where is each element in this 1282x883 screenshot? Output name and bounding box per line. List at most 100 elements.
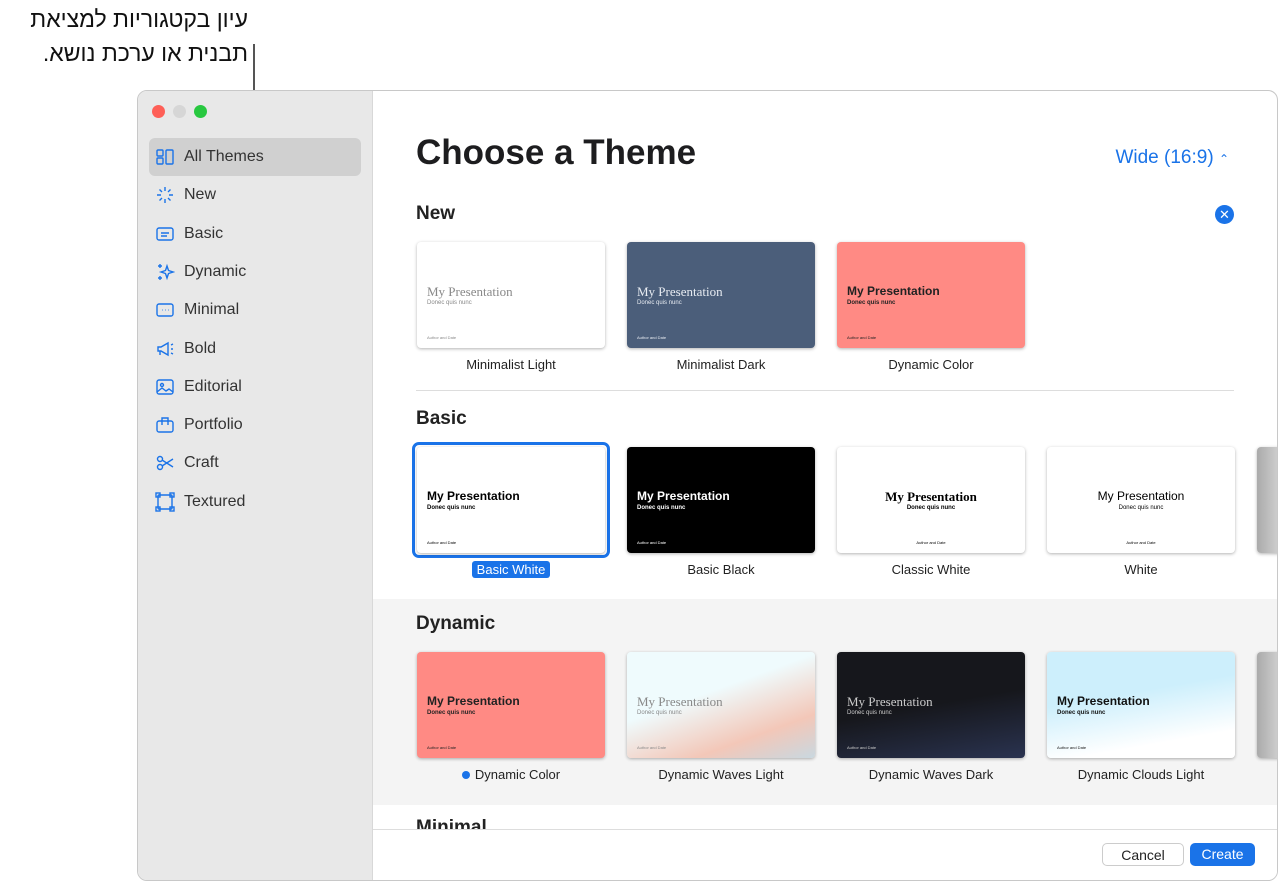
create-button[interactable]: Create: [1190, 843, 1255, 866]
callout-line-2: תבנית או ערכת נושא.: [42, 40, 248, 66]
thumb-title: My Presentation: [637, 489, 730, 503]
sidebar-item-label: Minimal: [184, 301, 240, 319]
theme-thumbnail[interactable]: My Presentation Donec quis nunc Author and…: [627, 447, 815, 553]
thumb-title: My Presentation: [1057, 694, 1150, 708]
scissors-icon: [156, 456, 174, 471]
thumb-subtitle: Donec quis nunc: [1057, 710, 1106, 716]
thumb-title: My Presentation: [885, 489, 977, 504]
thumb-subtitle: Donec quis nunc: [637, 300, 682, 306]
sidebar-item-label: Dynamic: [184, 262, 247, 280]
close-window-button[interactable]: [152, 105, 165, 118]
page-title: Choose a Theme: [416, 133, 697, 172]
theme-name: Basic White: [471, 561, 551, 578]
theme-label[interactable]: Basic Black: [627, 562, 815, 577]
theme-thumbnail[interactable]: My Presentation Donec quis nunc Author and…: [627, 652, 815, 758]
theme-name: Classic White: [891, 562, 971, 577]
sidebar-item-label: Bold: [184, 339, 217, 357]
thumb-title: My Presentation: [427, 489, 520, 503]
thumb-subtitle: Donec quis nunc: [427, 505, 476, 511]
chevron-updown-icon: ⌃: [1218, 152, 1229, 166]
thumb-title: My Presentation: [847, 284, 940, 298]
slide-size-popup[interactable]: Wide (16:9) ⌃: [1115, 147, 1229, 169]
sidebar-item-craft[interactable]: Craft: [149, 444, 361, 482]
theme-thumbnail[interactable]: My Presentation Donec quis nunc Author and…: [837, 447, 1025, 553]
theme-label[interactable]: White: [1047, 562, 1235, 577]
partial-theme-thumbnail[interactable]: [1257, 447, 1277, 553]
theme-thumbnail[interactable]: My Presentation Donec quis nunc Author and…: [417, 447, 605, 553]
thumb-subtitle: Donec quis nunc: [427, 300, 472, 306]
theme-label[interactable]: Basic White: [417, 561, 605, 578]
theme-name: Dynamic Clouds Light: [1077, 767, 1205, 782]
zoom-window-button[interactable]: [194, 105, 207, 118]
theme-name: Minimalist Dark: [676, 357, 766, 372]
ellipsis-box-icon: [156, 303, 174, 317]
sidebar-item-label: Basic: [184, 224, 224, 242]
sidebar-item-label: Textured: [184, 492, 246, 510]
sidebar-item-minimal[interactable]: Minimal: [149, 291, 361, 329]
sidebar-item-label: Editorial: [184, 377, 242, 395]
grid-icon: [156, 149, 174, 165]
callout-annotation: עיון בקטגוריות למציאת תבנית או ערכת נושא…: [0, 2, 248, 70]
sidebar-item-label: Craft: [184, 454, 219, 472]
theme-label[interactable]: Minimalist Dark: [627, 357, 815, 372]
theme-name: Dynamic Waves Dark: [868, 767, 994, 782]
thumb-footer: Author and Date: [637, 745, 667, 750]
theme-chooser-window: All Themes New Basic Dynamic Minimal Bold Edit…: [137, 90, 1278, 881]
thumb-footer: Author and Date: [637, 335, 667, 340]
sidebar-item-portfolio[interactable]: Portfolio: [149, 406, 361, 444]
thumb-footer: Author and Date: [427, 540, 457, 545]
thumb-footer: Author and Date: [637, 540, 667, 545]
thumb-title: My Presentation: [637, 694, 723, 709]
thumb-footer: Author and Date: [847, 335, 877, 340]
sidebar-item-label: New: [184, 186, 217, 204]
thumb-title: My Presentation: [1097, 489, 1185, 503]
theme-thumbnail[interactable]: My Presentation Donec quis nunc Author and…: [1047, 652, 1235, 758]
thumb-subtitle: Donec quis nunc: [847, 710, 892, 716]
theme-label[interactable]: Dynamic Waves Light: [627, 767, 815, 782]
theme-label[interactable]: Classic White: [837, 562, 1025, 577]
theme-label[interactable]: Dynamic Clouds Light: [1047, 767, 1235, 782]
theme-thumbnail[interactable]: My Presentation Donec quis nunc Author and…: [417, 242, 605, 348]
briefcase-icon: [156, 417, 174, 433]
thumb-footer: Author and Date: [427, 335, 457, 340]
thumb-footer: Author and Date: [427, 745, 457, 750]
thumb-footer: Author and Date: [847, 745, 877, 750]
megaphone-icon: [157, 341, 174, 356]
main-content: Choose a Theme Wide (16:9) ⌃ New ✕ Basic…: [373, 91, 1277, 880]
sidebar-item-editorial[interactable]: Editorial: [149, 368, 361, 406]
sidebar-item-basic[interactable]: Basic: [149, 215, 361, 253]
cancel-button[interactable]: Cancel: [1102, 843, 1184, 866]
thumb-subtitle: Donec quis nunc: [1118, 505, 1164, 511]
footer-bar: Cancel Create: [373, 829, 1277, 880]
thumb-footer: Author and Date: [1057, 745, 1087, 750]
theme-label[interactable]: Dynamic Color: [417, 767, 605, 782]
photo-icon: [156, 379, 174, 395]
theme-label[interactable]: Dynamic Waves Dark: [837, 767, 1025, 782]
theme-thumbnail[interactable]: My Presentation Donec quis nunc Author and…: [837, 652, 1025, 758]
sidebar-item-dynamic[interactable]: Dynamic: [149, 253, 361, 291]
sidebar-item-bold[interactable]: Bold: [149, 330, 361, 368]
theme-name: Dynamic Color: [474, 767, 561, 782]
divider: [416, 390, 1234, 391]
thumb-title: My Presentation: [847, 694, 933, 709]
theme-label[interactable]: Dynamic Color: [837, 357, 1025, 372]
theme-thumbnail[interactable]: My Presentation Donec quis nunc Author and…: [417, 652, 605, 758]
theme-thumbnail[interactable]: My Presentation Donec quis nunc Author and…: [837, 242, 1025, 348]
theme-thumbnail[interactable]: My Presentation Donec quis nunc Author and…: [1047, 447, 1235, 553]
partial-theme-thumbnail[interactable]: [1257, 652, 1277, 758]
theme-name: Basic Black: [687, 562, 755, 577]
theme-name: White: [1124, 562, 1158, 577]
sidebar-item-new[interactable]: New: [149, 176, 361, 214]
sparkles-icon: [158, 263, 175, 281]
sidebar-item-label: All Themes: [184, 148, 264, 165]
minimize-window-button[interactable]: [173, 105, 186, 118]
thumb-title: My Presentation: [427, 694, 520, 708]
close-section-icon[interactable]: ✕: [1215, 205, 1234, 224]
theme-thumbnail[interactable]: My Presentation Donec quis nunc Author and…: [627, 242, 815, 348]
sidebar-item-textured[interactable]: Textured: [149, 483, 361, 521]
theme-label[interactable]: Minimalist Light: [417, 357, 605, 372]
sidebar-item-label: Portfolio: [184, 416, 243, 434]
section-heading-dynamic: Dynamic: [416, 613, 496, 634]
sidebar-item-all-themes[interactable]: All Themes: [149, 138, 361, 176]
thumb-subtitle: Donec quis nunc: [637, 710, 682, 716]
